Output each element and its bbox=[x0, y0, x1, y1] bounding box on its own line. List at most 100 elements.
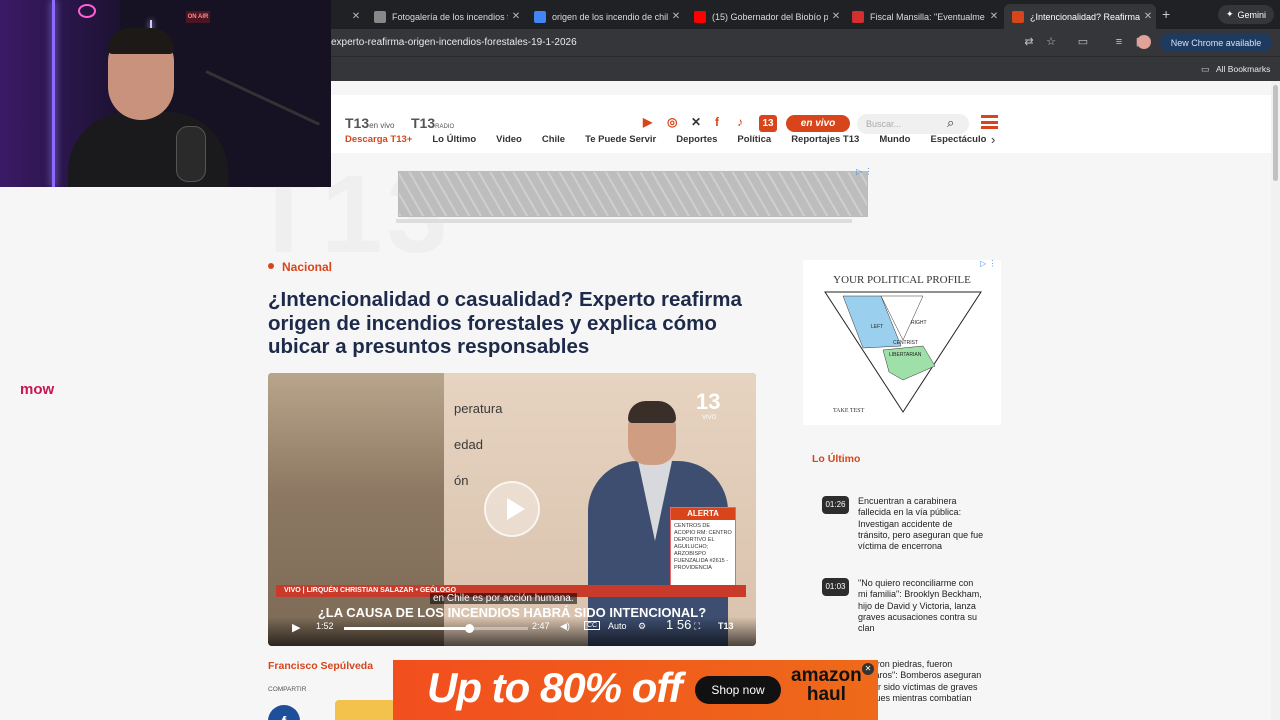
tab-1[interactable]: Fotogalería de los incendios fo ✕ bbox=[366, 4, 524, 29]
news-duration-badge: 01:26 bbox=[822, 496, 849, 514]
video-channel-sub: VIVO bbox=[702, 415, 717, 421]
category-dot-icon bbox=[268, 263, 274, 269]
all-bookmarks[interactable]: All Bookmarks bbox=[1216, 64, 1270, 74]
facebook-share-button[interactable]: f bbox=[268, 705, 300, 720]
tiktok-icon[interactable]: ♪ bbox=[737, 115, 743, 129]
address-bar[interactable]: experto-reafirma-origen-incendios-forest… bbox=[331, 37, 577, 48]
video-player[interactable]: peratura edad ón 13 VIVO ALERTA CENTROS … bbox=[268, 373, 756, 646]
video-controls: ▶ 1:52 2:47 ◀) CC Auto ⚙ 1 56 ⛶ T13 bbox=[268, 617, 756, 646]
en-vivo-button[interactable]: en vivo bbox=[786, 115, 850, 132]
new-chrome-available-button[interactable]: New Chrome available bbox=[1160, 33, 1272, 52]
settings-gear-icon[interactable]: ⚙ bbox=[638, 621, 646, 632]
tab-2[interactable]: origen de los incendio de chile ✕ bbox=[526, 4, 684, 29]
ad-label-libertarian: LIBERTARIAN bbox=[889, 352, 922, 358]
ad-headline: Up to 80% off bbox=[427, 664, 683, 711]
tab-3[interactable]: (15) Gobernador del Biobío p ✕ bbox=[686, 4, 844, 29]
t13-watermark: T13 bbox=[718, 621, 734, 631]
top-banner-ad[interactable] bbox=[398, 171, 868, 217]
article-category[interactable]: Nacional bbox=[282, 260, 332, 274]
close-tab-icon[interactable]: ✕ bbox=[508, 11, 524, 22]
lo-ultimo-heading: Lo Último bbox=[812, 453, 861, 465]
adchoices-icon[interactable]: ▷ ⋮ bbox=[856, 167, 872, 176]
take-test-link[interactable]: TAKE TEST bbox=[833, 408, 864, 414]
nav-item-3[interactable]: Chile bbox=[542, 134, 565, 150]
new-tab-button[interactable]: + bbox=[1162, 6, 1170, 22]
tab-4[interactable]: Fiscal Mansilla: "Eventualme ✕ bbox=[844, 4, 1002, 29]
article-author[interactable]: Francisco Sepúlveda bbox=[268, 660, 373, 672]
nav-item-6[interactable]: Política bbox=[737, 134, 771, 150]
profile-avatar[interactable] bbox=[1137, 35, 1151, 49]
mow-ad-logo[interactable]: mow bbox=[20, 381, 54, 398]
news-duration-badge: 01:03 bbox=[822, 578, 849, 596]
close-tab-icon[interactable]: ✕ bbox=[986, 11, 1002, 22]
gemini-button[interactable]: ✦ Gemini bbox=[1218, 5, 1274, 24]
nav-item-0[interactable]: Descarga T13+ bbox=[345, 134, 412, 150]
political-profile-ad[interactable]: YOUR POLITICAL PROFILE LEFT RIGHT CENTRI… bbox=[803, 260, 1001, 425]
hamburger-menu-icon[interactable] bbox=[981, 115, 998, 129]
close-ad-icon[interactable]: ✕ bbox=[862, 663, 874, 675]
video-channel-logo: 13 bbox=[696, 389, 721, 414]
close-tab-icon[interactable]: ✕ bbox=[828, 11, 844, 22]
video-board-text: peratura edad ón bbox=[454, 401, 503, 488]
google-icon bbox=[534, 10, 546, 23]
amazon-haul-logo: amazon haul bbox=[791, 665, 862, 705]
instagram-icon[interactable]: ◎ bbox=[667, 115, 677, 129]
video-progress-fill bbox=[344, 627, 470, 630]
t13-radio-logo[interactable]: T13RADIO bbox=[411, 115, 454, 131]
captions-icon[interactable]: CC bbox=[584, 621, 601, 630]
scrollbar-thumb[interactable] bbox=[1273, 85, 1278, 181]
t13-icon bbox=[1012, 10, 1024, 23]
bookmark-star-icon[interactable]: ☆ bbox=[1044, 35, 1058, 49]
shop-now-button[interactable]: Shop now bbox=[695, 676, 781, 704]
duration: 2:47 bbox=[532, 621, 550, 631]
search-icon[interactable]: ⌕ bbox=[947, 115, 954, 131]
tab-title: ¿Intencionalidad? Reafirman bbox=[1030, 11, 1140, 22]
reading-list-icon[interactable]: ≡ bbox=[1112, 35, 1126, 49]
main-nav: Descarga T13+ Lo Último Video Chile Te Puede… bbox=[345, 134, 986, 150]
close-tab-icon[interactable]: ✕ bbox=[1140, 11, 1156, 22]
video-alert-box: ALERTA CENTROS DE ACOPIO RM: CENTRO DEPO… bbox=[670, 507, 736, 587]
site-header: T13en vivo T13RADIO ▶ ◎ ✕ f ♪ 13 en vivo… bbox=[331, 95, 1271, 153]
current-time: 1:52 bbox=[316, 621, 334, 631]
facebook-icon[interactable]: f bbox=[715, 115, 719, 129]
folder-icon: ▭ bbox=[1201, 64, 1210, 74]
translate-icon[interactable]: ⇄ bbox=[1022, 35, 1036, 49]
gemini-label: Gemini bbox=[1237, 9, 1267, 20]
nav-item-2[interactable]: Video bbox=[496, 134, 522, 150]
nav-item-5[interactable]: Deportes bbox=[676, 134, 717, 150]
cast-icon[interactable]: ▭ bbox=[1076, 35, 1090, 49]
microphone-icon bbox=[176, 126, 206, 182]
volume-icon[interactable]: ◀) bbox=[560, 621, 570, 632]
13-logo-icon[interactable]: 13 bbox=[759, 115, 777, 132]
nav-item-7[interactable]: Reportajes T13 bbox=[791, 134, 859, 150]
video-progress-bar[interactable] bbox=[344, 624, 528, 633]
play-button-icon[interactable] bbox=[484, 481, 540, 537]
nav-item-4[interactable]: Te Puede Servir bbox=[585, 134, 656, 150]
quality-label[interactable]: Auto bbox=[608, 621, 627, 631]
news-text[interactable]: "No quiero reconciliarme con mi familia"… bbox=[858, 578, 984, 634]
page-scrollbar[interactable] bbox=[1271, 81, 1280, 720]
fullscreen-icon[interactable]: ⛶ bbox=[694, 621, 700, 632]
t13-envivo-logo[interactable]: T13en vivo bbox=[345, 115, 394, 131]
close-tab-icon[interactable]: ✕ bbox=[668, 11, 684, 22]
political-triangle-chart: LEFT RIGHT CENTRIST LIBERTARIAN bbox=[824, 291, 982, 413]
nav-chevron-right-icon[interactable]: › bbox=[991, 132, 995, 147]
close-tab-icon[interactable]: ✕ bbox=[348, 11, 364, 22]
ad-scrollbar bbox=[396, 219, 852, 223]
amazon-haul-ad[interactable]: Up to 80% off Shop now amazon haul bbox=[393, 660, 878, 720]
video-progress-knob[interactable] bbox=[465, 624, 475, 633]
tab-title: origen de los incendio de chile bbox=[552, 11, 668, 22]
x-twitter-icon[interactable]: ✕ bbox=[691, 115, 701, 129]
tab-title: Fotogalería de los incendios fo bbox=[392, 11, 508, 22]
tab-5[interactable]: ¿Intencionalidad? Reafirman ✕ bbox=[1004, 4, 1156, 29]
adchoices-icon-2[interactable]: ▷ ⋮ bbox=[980, 259, 996, 268]
play-icon[interactable]: ▶ bbox=[292, 621, 300, 634]
youtube-icon[interactable]: ▶ bbox=[643, 115, 652, 129]
news-text[interactable]: Encuentran a carabinera fallecida en la … bbox=[858, 496, 984, 552]
nav-item-1[interactable]: Lo Último bbox=[432, 134, 476, 150]
search-input[interactable]: Buscar... ⌕ bbox=[857, 114, 969, 134]
share-more-button[interactable] bbox=[335, 700, 395, 720]
nav-item-8[interactable]: Mundo bbox=[879, 134, 910, 150]
nav-item-9[interactable]: Espectáculo bbox=[930, 134, 986, 150]
tab-title: Fiscal Mansilla: "Eventualme bbox=[870, 11, 985, 22]
